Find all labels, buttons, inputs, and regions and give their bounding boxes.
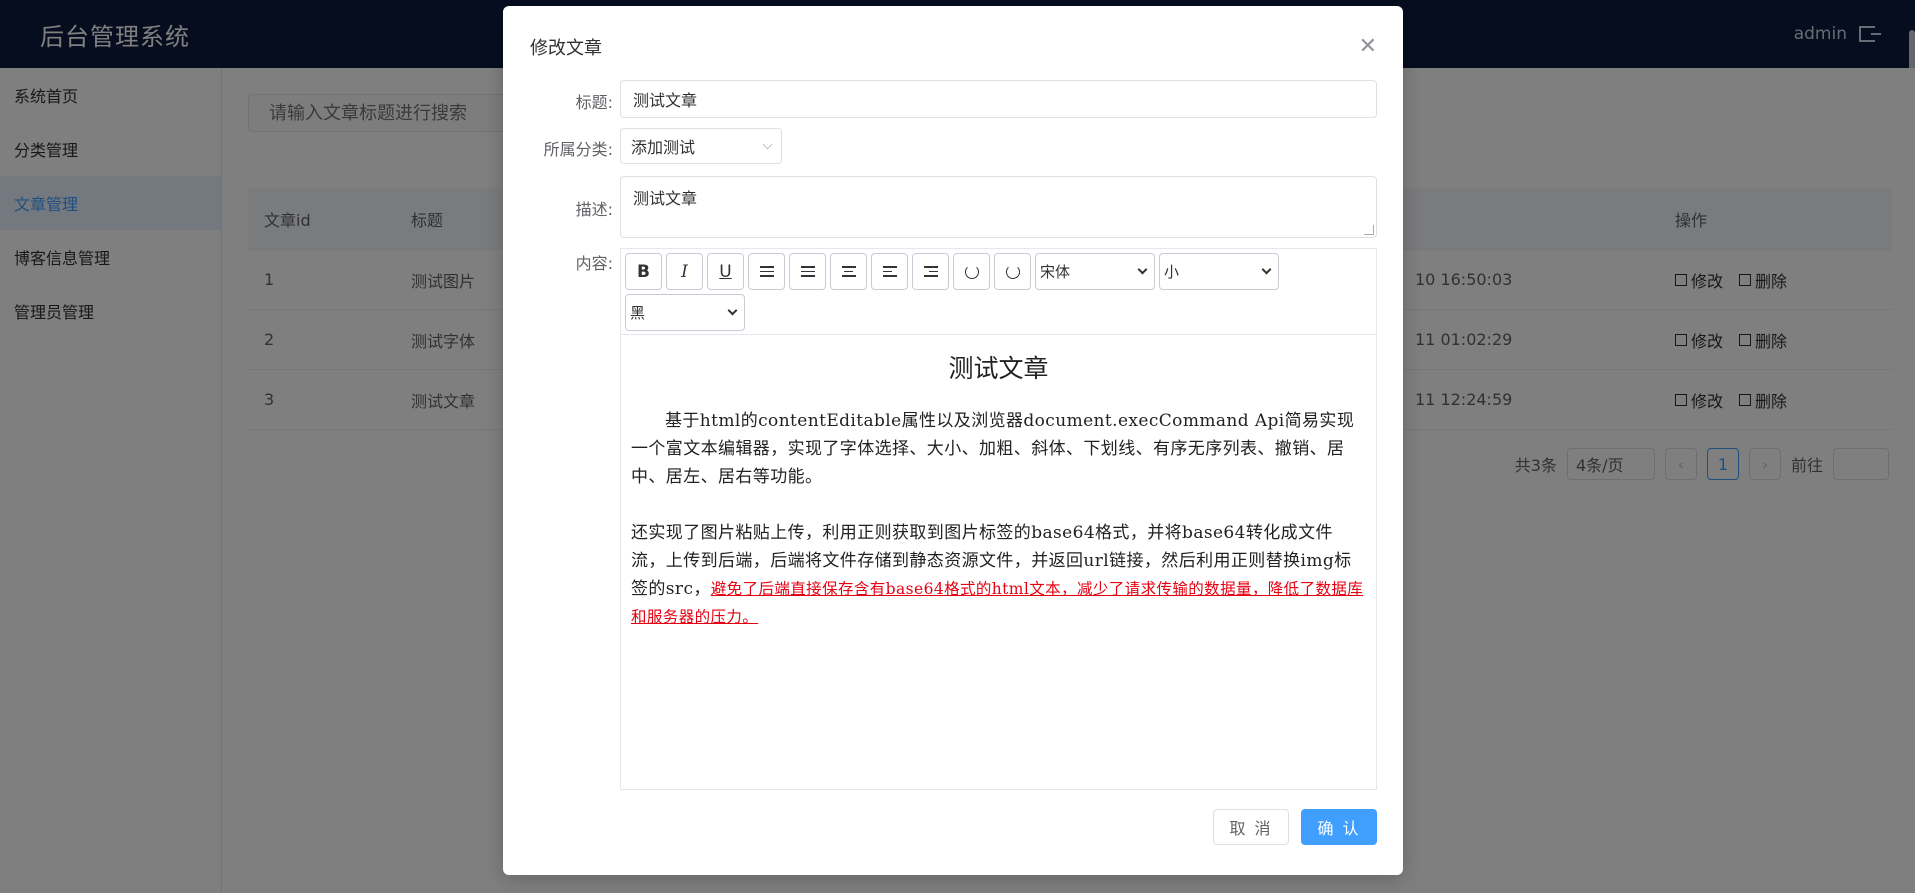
align-right-button[interactable]	[912, 253, 949, 290]
italic-button[interactable]: I	[666, 253, 703, 290]
bold-button[interactable]: B	[625, 253, 662, 290]
title-input[interactable]: 测试文章	[620, 80, 1377, 118]
editor-toolbar: B I U 宋体 小 黑	[621, 249, 1376, 335]
chevron-down-icon	[727, 305, 738, 316]
description-value: 测试文章	[633, 189, 698, 208]
chevron-down-icon	[1261, 264, 1272, 275]
content-paragraph: 还实现了图片粘贴上传，利用正则获取到图片标签的base64格式，并将base64…	[631, 523, 1364, 626]
editor-content[interactable]: 测试文章 基于html的contentEditable属性以及浏览器docume…	[621, 335, 1376, 673]
highlighted-text: 避免了后端直接保存含有base64格式的html文本，减少了请求传输的数据量，降…	[631, 580, 1364, 626]
title-label: 标题:	[575, 93, 613, 112]
unordered-list-icon	[800, 266, 815, 277]
content-paragraph: 基于html的contentEditable属性以及浏览器document.ex…	[631, 411, 1355, 487]
rich-text-editor: B I U 宋体 小 黑 测试文章 基于html的contentEditable…	[620, 248, 1377, 790]
unordered-list-button[interactable]	[789, 253, 826, 290]
align-left-button[interactable]	[871, 253, 908, 290]
category-select[interactable]: 添加测试	[620, 128, 782, 164]
font-family-select[interactable]: 宋体	[1035, 253, 1155, 290]
close-icon[interactable]: ✕	[1359, 34, 1377, 59]
undo-icon	[964, 264, 979, 279]
redo-icon	[1005, 264, 1020, 279]
underline-button[interactable]: U	[707, 253, 744, 290]
align-left-icon	[882, 266, 897, 277]
description-textarea[interactable]: 测试文章	[620, 176, 1377, 238]
ordered-list-icon	[759, 266, 774, 277]
dialog-title: 修改文章	[530, 38, 602, 59]
chevron-down-icon	[1137, 264, 1148, 275]
desc-label: 描述:	[575, 200, 613, 219]
category-value: 添加测试	[631, 138, 696, 157]
confirm-button[interactable]: 确 认	[1301, 809, 1377, 845]
redo-button[interactable]	[994, 253, 1031, 290]
resize-handle-icon[interactable]	[1364, 225, 1374, 235]
content-heading: 测试文章	[948, 354, 1049, 383]
font-color-select[interactable]: 黑	[625, 294, 745, 331]
cancel-button[interactable]: 取 消	[1213, 809, 1289, 845]
dialog-footer: 取 消 确 认	[1213, 809, 1377, 845]
ordered-list-button[interactable]	[748, 253, 785, 290]
undo-button[interactable]	[953, 253, 990, 290]
edit-article-dialog: 修改文章 ✕ 标题: 测试文章 所属分类: 添加测试 描述: 测试文章 内容: …	[503, 6, 1403, 875]
align-center-icon	[841, 266, 856, 277]
font-size-select[interactable]: 小	[1159, 253, 1279, 290]
chevron-down-icon	[762, 139, 773, 149]
align-right-icon	[923, 266, 938, 277]
category-label: 所属分类:	[543, 140, 613, 159]
content-label: 内容:	[575, 254, 613, 273]
align-center-button[interactable]	[830, 253, 867, 290]
